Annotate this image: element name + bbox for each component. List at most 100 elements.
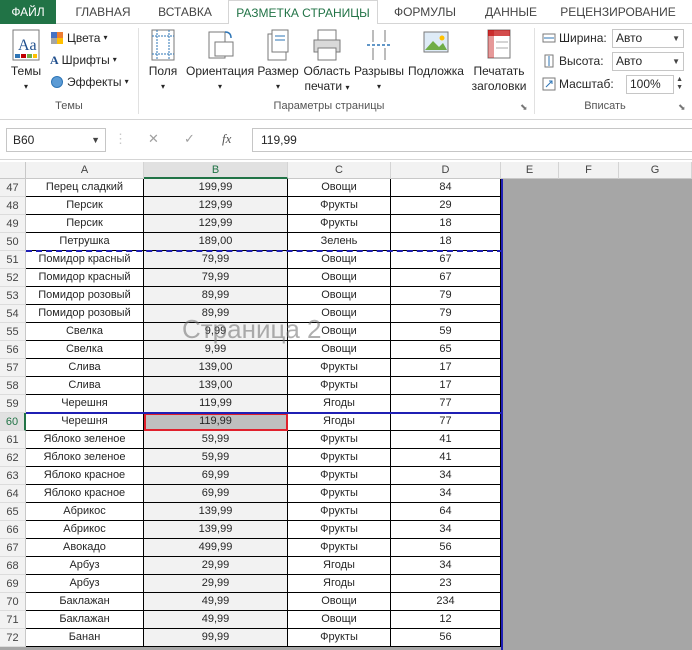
row-header[interactable]: 61 — [0, 431, 26, 449]
tab-file[interactable]: ФАЙЛ — [0, 0, 56, 24]
cell-a-row57[interactable]: Слива — [26, 359, 144, 377]
row-header[interactable]: 70 — [0, 593, 26, 611]
cell-a-row50[interactable]: Петрушка — [26, 233, 144, 251]
cell-c-row68[interactable]: Ягоды — [288, 557, 391, 575]
cell-c-row61[interactable]: Фрукты — [288, 431, 391, 449]
size-button[interactable]: Размер ▾ — [256, 28, 300, 94]
cell-c-row67[interactable]: Фрукты — [288, 539, 391, 557]
cell-a-row68[interactable]: Арбуз — [26, 557, 144, 575]
cell-b-row52[interactable]: 79,99 — [144, 269, 288, 287]
cell-d-row72[interactable]: 56 — [391, 629, 501, 647]
cell-c-row57[interactable]: Фрукты — [288, 359, 391, 377]
cell-d-row57[interactable]: 17 — [391, 359, 501, 377]
cell-a-row66[interactable]: Абрикос — [26, 521, 144, 539]
cell-d-row69[interactable]: 23 — [391, 575, 501, 593]
cell-c-row69[interactable]: Ягоды — [288, 575, 391, 593]
cell-d-row48[interactable]: 29 — [391, 197, 501, 215]
row-header[interactable]: 51 — [0, 251, 26, 269]
cell-b-row63[interactable]: 69,99 — [144, 467, 288, 485]
colors-button[interactable]: Цвета ▾ — [50, 28, 107, 48]
height-select[interactable]: Авто ▼ — [612, 52, 684, 71]
row-header[interactable]: 72 — [0, 629, 26, 647]
cell-b-row62[interactable]: 59,99 — [144, 449, 288, 467]
cell-a-row48[interactable]: Персик — [26, 197, 144, 215]
cell-d-row67[interactable]: 56 — [391, 539, 501, 557]
margins-button[interactable]: Поля ▾ — [144, 28, 182, 94]
cell-a-row58[interactable]: Слива — [26, 377, 144, 395]
cell-a-row56[interactable]: Свелка — [26, 341, 144, 359]
column-header-a[interactable]: A — [26, 162, 144, 179]
cell-d-row62[interactable]: 41 — [391, 449, 501, 467]
cell-d-row63[interactable]: 34 — [391, 467, 501, 485]
row-header[interactable]: 68 — [0, 557, 26, 575]
tab-insert[interactable]: ВСТАВКА — [148, 0, 222, 24]
cell-d-row51[interactable]: 67 — [391, 251, 501, 269]
cell-b-row48[interactable]: 129,99 — [144, 197, 288, 215]
column-header-f[interactable]: F — [559, 162, 619, 179]
tab-review[interactable]: РЕЦЕНЗИРОВАНИЕ — [556, 0, 680, 24]
cell-a-row72[interactable]: Банан — [26, 629, 144, 647]
cell-c-row49[interactable]: Фрукты — [288, 215, 391, 233]
cell-a-row47[interactable]: Перец сладкий — [26, 179, 144, 197]
cell-d-row49[interactable]: 18 — [391, 215, 501, 233]
row-header[interactable]: 64 — [0, 485, 26, 503]
cell-d-row60[interactable]: 77 — [391, 413, 501, 431]
cell-c-row51[interactable]: Овощи — [288, 251, 391, 269]
scale-launcher-icon[interactable]: ⬊ — [678, 102, 686, 113]
cell-d-row64[interactable]: 34 — [391, 485, 501, 503]
cell-d-row58[interactable]: 17 — [391, 377, 501, 395]
cell-c-row66[interactable]: Фрукты — [288, 521, 391, 539]
cell-d-row66[interactable]: 34 — [391, 521, 501, 539]
formula-input[interactable]: 119,99 — [252, 128, 692, 152]
row-header[interactable]: 57 — [0, 359, 26, 377]
row-header[interactable]: 50 — [0, 233, 26, 251]
row-header[interactable]: 71 — [0, 611, 26, 629]
row-header[interactable]: 52 — [0, 269, 26, 287]
cell-d-row54[interactable]: 79 — [391, 305, 501, 323]
cell-b-row47[interactable]: 199,99 — [144, 179, 288, 197]
column-header-b[interactable]: B — [144, 162, 288, 179]
cell-b-row49[interactable]: 129,99 — [144, 215, 288, 233]
cell-b-row66[interactable]: 139,99 — [144, 521, 288, 539]
page-setup-launcher-icon[interactable]: ⬊ — [520, 102, 528, 113]
row-header[interactable]: 56 — [0, 341, 26, 359]
column-header-c[interactable]: C — [288, 162, 391, 179]
cell-a-row71[interactable]: Баклажан — [26, 611, 144, 629]
column-header-e[interactable]: E — [501, 162, 559, 179]
row-header[interactable]: 48 — [0, 197, 26, 215]
enter-icon[interactable]: ✓ — [184, 128, 195, 152]
cell-a-row61[interactable]: Яблоко зеленое — [26, 431, 144, 449]
tab-formulas[interactable]: ФОРМУЛЫ — [386, 0, 464, 24]
print-area-button[interactable]: Область печати ▾ — [302, 28, 352, 95]
cell-d-row56[interactable]: 65 — [391, 341, 501, 359]
cell-c-row64[interactable]: Фрукты — [288, 485, 391, 503]
cell-a-row52[interactable]: Помидор красный — [26, 269, 144, 287]
tab-data[interactable]: ДАННЫЕ — [474, 0, 548, 24]
cell-d-row53[interactable]: 79 — [391, 287, 501, 305]
cell-b-row51[interactable]: 79,99 — [144, 251, 288, 269]
cell-a-row49[interactable]: Персик — [26, 215, 144, 233]
cell-b-row61[interactable]: 59,99 — [144, 431, 288, 449]
page-break-auto[interactable] — [26, 250, 503, 252]
cell-a-row69[interactable]: Арбуз — [26, 575, 144, 593]
spinner-arrows-icon[interactable]: ▲ ▼ — [676, 76, 683, 92]
page-break-manual[interactable] — [26, 412, 503, 414]
cell-d-row71[interactable]: 12 — [391, 611, 501, 629]
row-header[interactable]: 55 — [0, 323, 26, 341]
cell-a-row62[interactable]: Яблоко зеленое — [26, 449, 144, 467]
cell-d-row47[interactable]: 84 — [391, 179, 501, 197]
cancel-icon[interactable]: ✕ — [148, 128, 159, 152]
column-header-d[interactable]: D — [391, 162, 501, 179]
cell-c-row59[interactable]: Ягоды — [288, 395, 391, 413]
cell-c-row47[interactable]: Овощи — [288, 179, 391, 197]
cell-d-row70[interactable]: 234 — [391, 593, 501, 611]
cell-d-row59[interactable]: 77 — [391, 395, 501, 413]
cell-d-row50[interactable]: 18 — [391, 233, 501, 251]
cell-a-row63[interactable]: Яблоко красное — [26, 467, 144, 485]
row-header[interactable]: 66 — [0, 521, 26, 539]
orientation-button[interactable]: Ориентация ▾ — [186, 28, 254, 94]
insert-function-icon[interactable]: fx — [222, 128, 231, 152]
cell-b-row53[interactable]: 89,99 — [144, 287, 288, 305]
cell-c-row58[interactable]: Фрукты — [288, 377, 391, 395]
tab-home[interactable]: ГЛАВНАЯ — [60, 0, 146, 24]
